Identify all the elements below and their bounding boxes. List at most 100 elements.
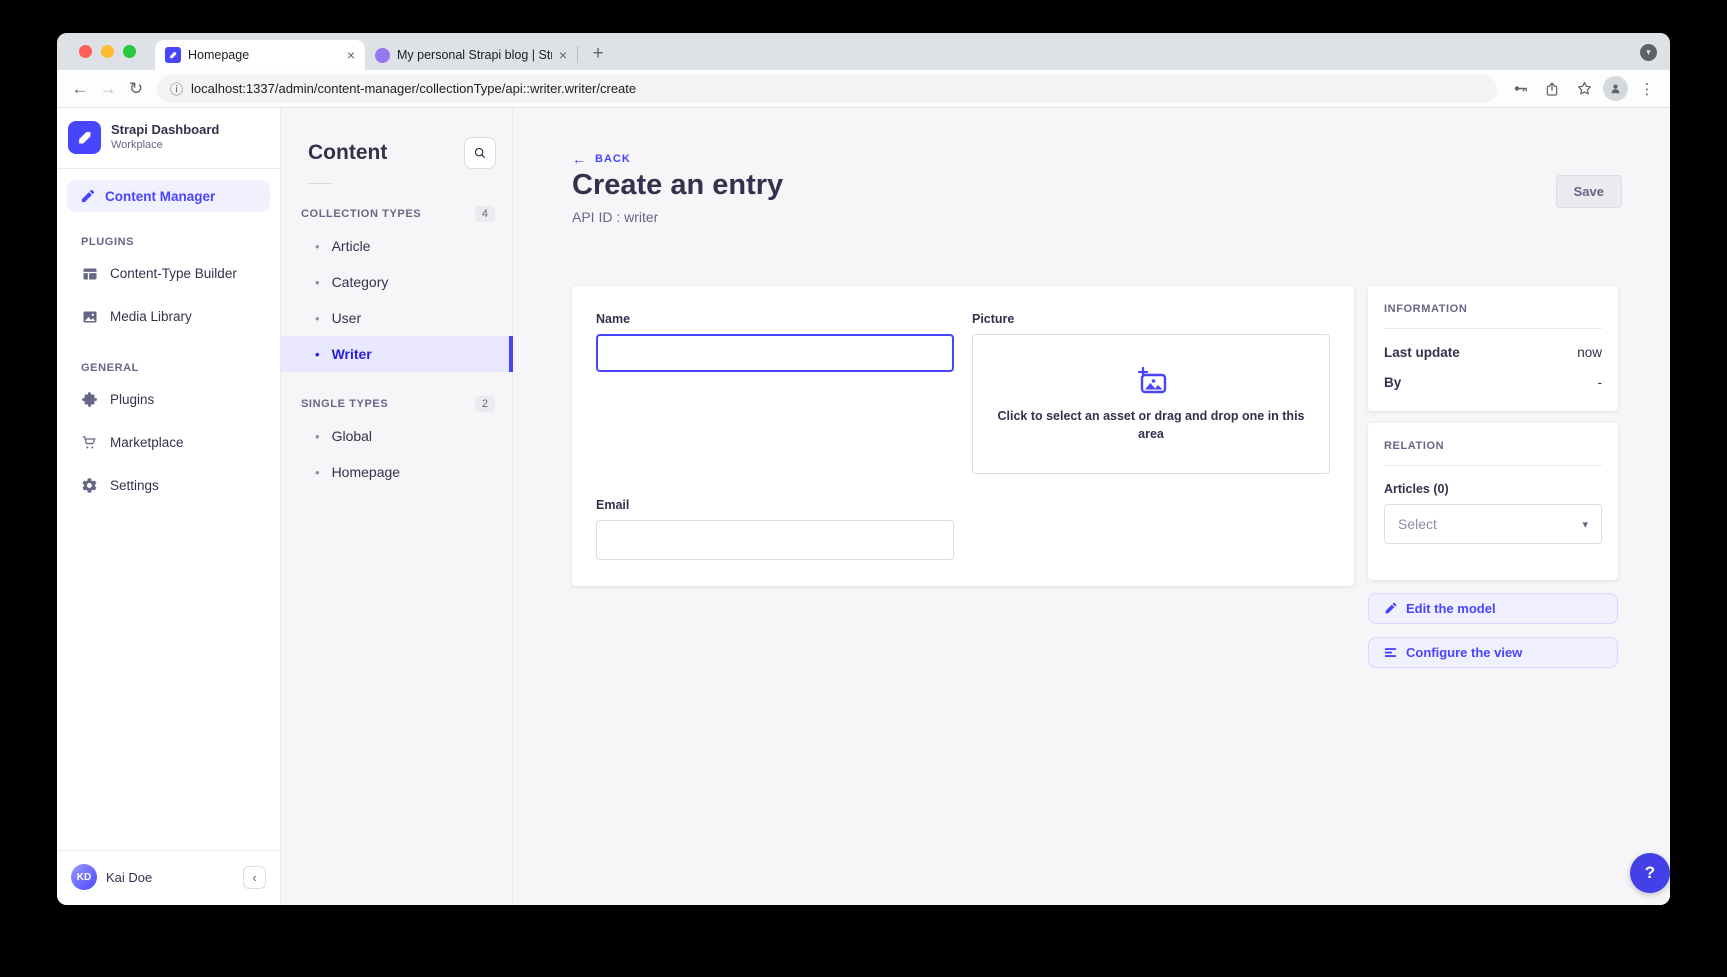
tab-strapi-blog[interactable]: My personal Strapi blog | Strap ×: [365, 40, 577, 70]
address-bar[interactable]: ⓘ localhost:1337/admin/content-manager/c…: [157, 75, 1497, 103]
select-placeholder: Select: [1398, 516, 1437, 532]
articles-select[interactable]: Select ▾: [1384, 504, 1602, 544]
configure-lines-icon: [1384, 646, 1397, 659]
divider: [308, 183, 332, 184]
bullet-icon: •: [315, 429, 320, 444]
minimize-window-button[interactable]: [101, 45, 114, 58]
subnav-item-global[interactable]: • Global: [281, 418, 512, 454]
configure-view-button[interactable]: Configure the view: [1368, 637, 1618, 668]
sidebar-item-plugins[interactable]: Plugins: [57, 378, 280, 421]
new-tab-button[interactable]: +: [584, 40, 612, 68]
email-input[interactable]: [596, 520, 954, 560]
sidebar-item-label: Media Library: [110, 309, 192, 324]
blog-favicon-icon: [375, 48, 390, 63]
site-info-icon[interactable]: ⓘ: [170, 79, 183, 98]
bullet-icon: •: [315, 347, 320, 362]
bullet-icon: •: [315, 275, 320, 290]
image-plus-icon: [1134, 366, 1168, 396]
browser-menu-icon[interactable]: ⋮: [1634, 76, 1660, 102]
information-title: INFORMATION: [1384, 303, 1602, 315]
back-button[interactable]: ←: [67, 76, 93, 102]
help-button[interactable]: ?: [1630, 853, 1670, 893]
bullet-icon: •: [315, 239, 320, 254]
articles-relation-label: Articles (0): [1384, 482, 1602, 496]
single-types-count-badge: 2: [475, 396, 495, 412]
chevron-down-icon: ▾: [1582, 518, 1588, 531]
bullet-icon: •: [315, 311, 320, 326]
strapi-admin-app: Strapi Dashboard Workplace Content Manag…: [57, 108, 1670, 905]
collection-types-count-badge: 4: [475, 206, 495, 222]
back-link[interactable]: ← BACK: [572, 151, 631, 167]
bookmark-star-icon[interactable]: [1571, 76, 1597, 102]
workspace-subtitle: Workplace: [111, 138, 219, 152]
avatar[interactable]: KD: [71, 864, 97, 890]
group-label-single-types: SINGLE TYPES: [301, 398, 388, 410]
tab-homepage[interactable]: Homepage ×: [155, 40, 365, 70]
brand-text: Strapi Dashboard Workplace: [111, 122, 219, 153]
subnav-item-user[interactable]: • User: [281, 300, 512, 336]
back-arrow-icon: ←: [572, 151, 587, 167]
sidebar-item-label: Content-Type Builder: [110, 266, 237, 281]
cart-icon: [81, 434, 98, 451]
sidebar-item-label: Plugins: [110, 392, 154, 407]
toolbar-actions: ⋮: [1507, 76, 1660, 102]
subnav-item-category[interactable]: • Category: [281, 264, 512, 300]
workspace-name: Strapi Dashboard: [111, 122, 219, 138]
subnav-item-homepage[interactable]: • Homepage: [281, 454, 512, 490]
info-row-by: By -: [1384, 375, 1602, 390]
password-key-icon[interactable]: [1507, 76, 1533, 102]
edit-model-label: Edit the model: [1406, 601, 1496, 616]
subnav-item-article[interactable]: • Article: [281, 228, 512, 264]
subnav-item-label: Writer: [332, 346, 372, 362]
main-pane: ← BACK Create an entry API ID : writer S…: [513, 108, 1670, 905]
tab-search-button[interactable]: ▾: [1640, 44, 1657, 61]
subnav-item-label: User: [332, 310, 362, 326]
divider: [1384, 465, 1602, 466]
content-subnav: Content COLLECTION TYPES 4 • Article • C…: [281, 108, 513, 905]
meta-panel: INFORMATION Last update now By - RELATIO…: [1368, 286, 1618, 668]
pencil-icon: [1384, 602, 1397, 615]
sidebar-item-settings[interactable]: Settings: [57, 464, 280, 507]
save-button[interactable]: Save: [1556, 175, 1622, 208]
email-label: Email: [596, 498, 954, 512]
sidebar-item-label: Settings: [110, 478, 159, 493]
subnav-title: Content: [308, 141, 387, 165]
sidebar-item-content-manager[interactable]: Content Manager: [67, 180, 270, 212]
name-field-group: Name: [596, 312, 954, 474]
user-row: KD Kai Doe ‹: [57, 850, 280, 905]
gear-icon: [81, 477, 98, 494]
page-title: Create an entry: [572, 169, 1616, 202]
edit-model-button[interactable]: Edit the model: [1368, 593, 1618, 624]
tab-close-icon[interactable]: ×: [559, 48, 567, 62]
info-value: now: [1577, 345, 1602, 360]
info-label: Last update: [1384, 345, 1460, 360]
forward-button[interactable]: →: [95, 76, 121, 102]
share-icon[interactable]: [1539, 76, 1565, 102]
sidebar-item-label: Marketplace: [110, 435, 184, 450]
picture-upload-dropzone[interactable]: Click to select an asset or drag and dro…: [972, 334, 1330, 474]
layout-icon: [81, 265, 98, 282]
url-text[interactable]: localhost:1337/admin/content-manager/col…: [191, 81, 636, 96]
search-button[interactable]: [464, 137, 496, 169]
subnav-item-writer[interactable]: • Writer: [281, 336, 512, 372]
name-input[interactable]: [596, 334, 954, 372]
information-card: INFORMATION Last update now By -: [1368, 286, 1618, 411]
strapi-favicon-icon: [165, 47, 181, 63]
brand-block[interactable]: Strapi Dashboard Workplace: [57, 108, 280, 168]
close-window-button[interactable]: [79, 45, 92, 58]
pen-icon: [80, 189, 95, 204]
puzzle-icon: [81, 391, 98, 408]
picture-field-group: Picture Click to select an asset or drag…: [972, 312, 1330, 474]
sidebar-item-media-library[interactable]: Media Library: [57, 295, 280, 338]
sidebar-item-marketplace[interactable]: Marketplace: [57, 421, 280, 464]
collapse-sidebar-button[interactable]: ‹: [243, 866, 266, 889]
tab-close-icon[interactable]: ×: [347, 48, 355, 62]
browser-tab-bar: Homepage × My personal Strapi blog | Str…: [57, 33, 1670, 70]
info-row-last-update: Last update now: [1384, 345, 1602, 360]
reload-button[interactable]: ↻: [123, 76, 149, 102]
browser-profile-avatar[interactable]: [1603, 76, 1628, 101]
subnav-item-label: Homepage: [332, 464, 401, 480]
entry-form-card: Name Picture Click to select an asset or…: [572, 286, 1354, 586]
sidebar-item-content-type-builder[interactable]: Content-Type Builder: [57, 252, 280, 295]
zoom-window-button[interactable]: [123, 45, 136, 58]
